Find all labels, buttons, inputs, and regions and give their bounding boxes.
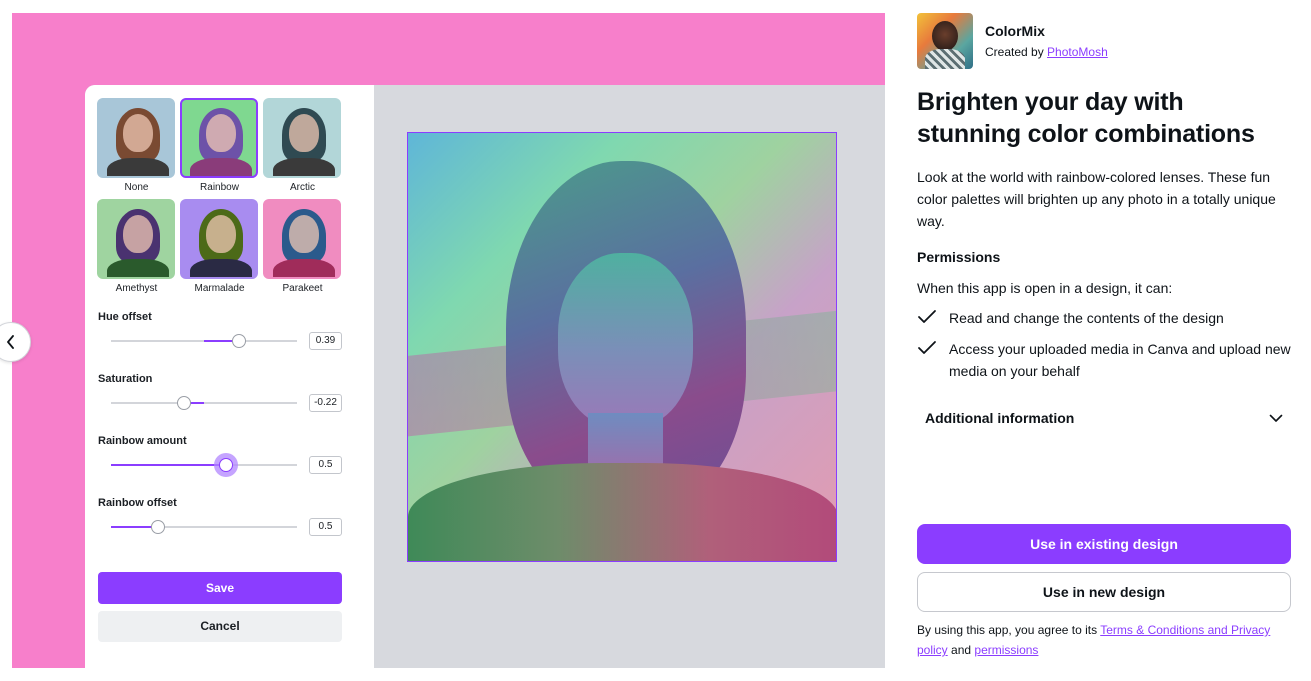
thumbnail-body (107, 259, 169, 277)
filter-option[interactable]: Amethyst (97, 199, 176, 294)
filter-thumbnail (180, 98, 258, 178)
app-icon (917, 13, 973, 69)
permission-text: Read and change the contents of the desi… (949, 310, 1224, 326)
filter-option[interactable]: Rainbow (180, 98, 259, 193)
app-description: Look at the world with rainbow-colored l… (917, 169, 1276, 229)
permissions-intro: When this app is open in a design, it ca… (917, 280, 1173, 296)
use-in-new-design-button[interactable]: Use in new design (917, 572, 1291, 612)
filter-thumbnail (180, 199, 258, 279)
filter-thumbnail (97, 199, 175, 279)
thumbnail-face (206, 114, 236, 152)
app-name: ColorMix (985, 23, 1045, 39)
page-title: Brighten your day with stunning color co… (917, 88, 1255, 148)
permission-text: Access your uploaded media in Canva and … (949, 341, 1291, 379)
legal-notice: By using this app, you agree to its Term… (917, 620, 1277, 660)
slider-value-input[interactable]: 0.5 (309, 518, 342, 536)
thumbnail-face (123, 215, 153, 253)
filter-option[interactable]: None (97, 98, 176, 193)
additional-information-label: Additional information (925, 410, 1075, 426)
app-icon-head (932, 21, 958, 51)
additional-information-toggle[interactable]: Additional information (917, 398, 1291, 438)
slider-handle[interactable] (232, 334, 246, 348)
thumbnail-body (107, 158, 169, 176)
thumbnail-face (206, 215, 236, 253)
slider-track[interactable] (111, 520, 297, 534)
checkmark-icon (917, 307, 949, 330)
slider-handle[interactable] (151, 520, 165, 534)
chevron-down-icon (1269, 414, 1283, 422)
filter-panel: None Rainbow Arctic Amethyst Marmalade Parake… (85, 85, 374, 668)
thumbnail-body (190, 259, 252, 277)
slider-label: Saturation (98, 373, 153, 385)
filter-thumbnail (97, 98, 175, 178)
app-preview: None Rainbow Arctic Amethyst Marmalade Parake… (12, 13, 885, 668)
cancel-button[interactable]: Cancel (98, 611, 342, 642)
slider-control: Rainbow offset 0.5 (98, 497, 342, 536)
slider-track[interactable] (111, 334, 297, 348)
thumbnail-body (273, 158, 335, 176)
legal-prefix: By using this app, you agree to its (917, 623, 1098, 637)
app-creator: Created by PhotoMosh (985, 45, 1108, 59)
permission-item: Access your uploaded media in Canva and … (917, 338, 1292, 382)
filter-label: Amethyst (115, 283, 158, 294)
thumbnail-body (273, 259, 335, 277)
thumbnail-face (123, 114, 153, 152)
filter-label: None (124, 182, 149, 193)
slider-handle[interactable] (177, 396, 191, 410)
thumbnail-face (289, 215, 319, 253)
filter-option[interactable]: Parakeet (263, 199, 342, 294)
slider-value-input[interactable]: 0.5 (309, 456, 342, 474)
slider-label: Hue offset (98, 311, 152, 323)
app-info-panel: ColorMix Created by PhotoMosh Brighten y… (917, 0, 1292, 681)
app-icon-torso (925, 49, 965, 69)
slider-track[interactable] (111, 396, 297, 410)
permissions-title: Permissions (917, 249, 1001, 265)
slider-value-input[interactable]: -0.22 (309, 394, 342, 412)
thumbnail-body (190, 158, 252, 176)
slider-label: Rainbow offset (98, 497, 177, 509)
chevron-left-icon (7, 335, 14, 349)
filter-label: Marmalade (194, 283, 245, 294)
filter-thumbnail (263, 98, 341, 178)
filter-label: Parakeet (282, 283, 323, 294)
photo-face (558, 253, 693, 428)
filter-thumbnail (263, 199, 341, 279)
slider-control: Hue offset 0.39 (98, 311, 342, 350)
use-in-existing-design-button[interactable]: Use in existing design (917, 524, 1291, 564)
filter-option[interactable]: Arctic (263, 98, 342, 193)
filter-label: Arctic (290, 182, 315, 193)
slider-value-input[interactable]: 0.39 (309, 332, 342, 350)
thumbnail-face (289, 114, 319, 152)
filter-option[interactable]: Marmalade (180, 199, 259, 294)
permissions-link[interactable]: permissions (974, 643, 1038, 657)
created-by-label: Created by (985, 45, 1044, 59)
filter-grid: None Rainbow Arctic Amethyst Marmalade Parake… (97, 98, 343, 294)
canvas-photo (407, 132, 837, 562)
photo-shirt (408, 463, 836, 561)
slider-control: Rainbow amount 0.5 (98, 435, 342, 474)
slider-handle[interactable] (219, 458, 233, 472)
creator-link[interactable]: PhotoMosh (1047, 45, 1108, 59)
filter-label: Rainbow (200, 182, 239, 193)
slider-control: Saturation -0.22 (98, 373, 342, 412)
save-button[interactable]: Save (98, 572, 342, 604)
slider-fill (111, 464, 226, 466)
checkmark-icon (917, 338, 949, 382)
legal-and: and (951, 643, 972, 657)
slider-label: Rainbow amount (98, 435, 187, 447)
editor-mockup: None Rainbow Arctic Amethyst Marmalade Parake… (85, 85, 885, 668)
slider-track[interactable] (111, 458, 297, 472)
permission-item: Read and change the contents of the desi… (917, 307, 1292, 330)
